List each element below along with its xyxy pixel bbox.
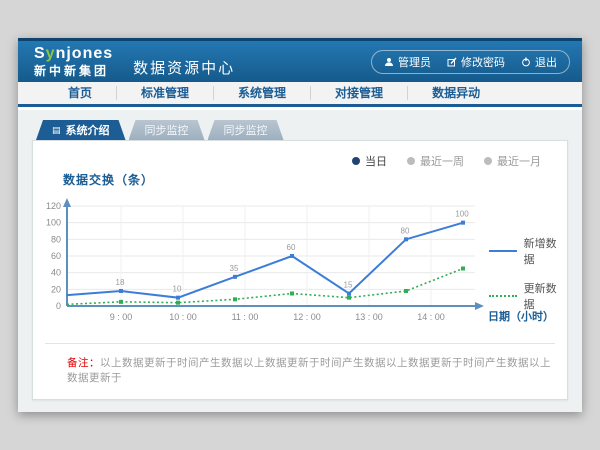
time-range-filter: 当日 最近一周 最近一月 xyxy=(352,153,541,169)
y-axis-title: 数据交换（条） xyxy=(63,171,154,188)
logo-text-cn: 新中新集团 xyxy=(34,65,113,77)
document-icon: ▤ xyxy=(52,126,61,135)
nav-item-standard-mgmt[interactable]: 标准管理 xyxy=(117,86,214,100)
logout-label: 退出 xyxy=(535,54,557,70)
power-icon xyxy=(521,57,531,67)
nav-item-system-mgmt[interactable]: 系统管理 xyxy=(214,86,311,100)
legend-solid-line-icon xyxy=(489,250,517,252)
svg-text:9 : 00: 9 : 00 xyxy=(110,312,133,322)
svg-text:40: 40 xyxy=(51,268,61,278)
svg-text:11 : 00: 11 : 00 xyxy=(232,312,259,322)
change-password-label: 修改密码 xyxy=(461,54,505,70)
svg-text:13 : 00: 13 : 00 xyxy=(355,312,383,322)
svg-text:100: 100 xyxy=(46,218,61,228)
svg-text:120: 120 xyxy=(46,201,61,211)
legend-new-data-label: 新增数据 xyxy=(524,235,567,267)
divider xyxy=(45,343,555,344)
svg-text:80: 80 xyxy=(51,234,61,244)
logo-text-en-rest: njones xyxy=(56,45,114,62)
nav-item-integration-mgmt[interactable]: 对接管理 xyxy=(311,86,408,100)
tab-system-intro-label: 系统介绍 xyxy=(66,122,110,138)
top-bar: Synjones 新中新集团 数据资源中心 管理员 修改密码 退出 xyxy=(18,38,582,82)
tab-strip: ▤ 系统介绍 同步监控 同步监控 xyxy=(32,120,568,140)
page-title: 数据资源中心 xyxy=(133,57,235,78)
admin-user-label: 管理员 xyxy=(398,54,431,70)
footnote: 备注：以上数据更新于时间产生数据以上数据更新于时间产生数据以上数据更新于时间产生… xyxy=(67,355,551,385)
svg-text:80: 80 xyxy=(401,226,410,235)
admin-user-button[interactable]: 管理员 xyxy=(384,54,431,70)
svg-text:100: 100 xyxy=(455,210,469,219)
radio-last-month-label: 最近一月 xyxy=(497,153,541,169)
radio-selected-icon xyxy=(352,157,360,165)
radio-today[interactable]: 当日 xyxy=(352,153,387,169)
svg-text:15: 15 xyxy=(344,281,353,290)
nav-item-data-change[interactable]: 数据异动 xyxy=(408,86,504,100)
footnote-prefix: 备注： xyxy=(67,357,100,369)
tab-sync-monitor-2-label: 同步监控 xyxy=(224,122,268,138)
chart-legend: 新增数据 更新数据 xyxy=(489,235,567,312)
radio-unselected-icon xyxy=(484,157,492,165)
radio-last-month[interactable]: 最近一月 xyxy=(484,153,541,169)
svg-text:10 : 00: 10 : 00 xyxy=(169,312,197,322)
logout-button[interactable]: 退出 xyxy=(521,54,557,70)
app-window: Synjones 新中新集团 数据资源中心 管理员 修改密码 退出 xyxy=(18,38,582,412)
svg-text:14 : 00: 14 : 00 xyxy=(417,312,445,322)
logo-swoosh-icon: y xyxy=(46,45,56,62)
change-password-button[interactable]: 修改密码 xyxy=(447,54,505,70)
radio-unselected-icon xyxy=(407,157,415,165)
svg-text:60: 60 xyxy=(51,251,61,261)
radio-last-week[interactable]: 最近一周 xyxy=(407,153,464,169)
main-nav: 首页 标准管理 系统管理 对接管理 数据异动 xyxy=(18,82,582,107)
company-logo: Synjones 新中新集团 xyxy=(30,46,113,77)
svg-text:18: 18 xyxy=(116,278,125,287)
footnote-text: 以上数据更新于时间产生数据以上数据更新于时间产生数据以上数据更新于时间产生数据以… xyxy=(67,357,551,384)
svg-text:10: 10 xyxy=(173,285,182,294)
user-toolbar: 管理员 修改密码 退出 xyxy=(371,50,570,74)
tab-sync-monitor-1[interactable]: 同步监控 xyxy=(129,120,205,140)
tab-system-intro[interactable]: ▤ 系统介绍 xyxy=(36,120,126,140)
legend-item-update-data: 更新数据 xyxy=(489,280,567,312)
tab-sync-monitor-1-label: 同步监控 xyxy=(145,122,189,138)
content-area: ▤ 系统介绍 同步监控 同步监控 当日 最近一周 xyxy=(18,110,582,412)
radio-last-week-label: 最近一周 xyxy=(420,153,464,169)
svg-text:60: 60 xyxy=(287,243,296,252)
svg-text:12 : 00: 12 : 00 xyxy=(293,312,321,322)
legend-item-new-data: 新增数据 xyxy=(489,235,567,267)
svg-text:35: 35 xyxy=(230,264,239,273)
svg-text:0: 0 xyxy=(56,301,61,311)
logo-text-en: Synjones xyxy=(34,46,113,62)
svg-text:20: 20 xyxy=(51,284,61,294)
radio-today-label: 当日 xyxy=(365,153,387,169)
nav-item-home[interactable]: 首页 xyxy=(44,86,117,100)
line-chart: 0 20 40 60 80 100 120 9 : 00 10 : 00 11 : 00 12 : … xyxy=(39,191,559,325)
chart-panel: 当日 最近一周 最近一月 数据交换（条） 0 20 40 60 80 100 120 9 : … xyxy=(32,140,568,400)
legend-update-data-label: 更新数据 xyxy=(524,280,567,312)
edit-icon xyxy=(447,57,457,67)
legend-dotted-line-icon xyxy=(489,295,517,297)
user-icon xyxy=(384,57,394,67)
tab-sync-monitor-2[interactable]: 同步监控 xyxy=(208,120,284,140)
